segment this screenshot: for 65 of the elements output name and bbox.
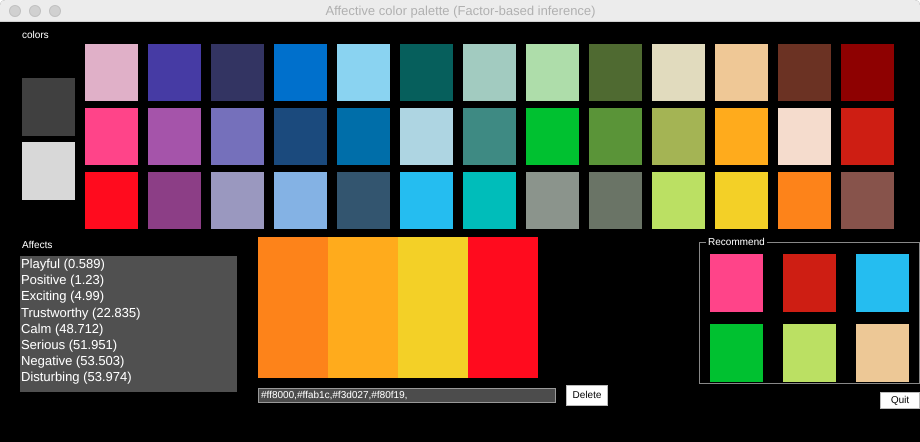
color-swatch[interactable] [778, 44, 831, 101]
color-swatch[interactable] [211, 108, 264, 165]
recommend-label: Recommend [707, 237, 766, 248]
color-swatch[interactable] [778, 108, 831, 165]
close-button[interactable] [9, 4, 21, 16]
recommend-swatch[interactable] [783, 254, 836, 312]
color-swatch[interactable] [274, 108, 327, 165]
color-swatch[interactable] [841, 108, 894, 165]
affect-item[interactable]: Negative (53.503) [20, 353, 237, 370]
delete-button[interactable]: Delete [566, 385, 608, 406]
color-swatch[interactable] [337, 44, 390, 101]
color-swatch[interactable] [589, 44, 642, 101]
color-swatch[interactable] [463, 44, 516, 101]
color-swatch[interactable] [715, 172, 768, 229]
recommend-swatch[interactable] [856, 254, 909, 312]
recommend-swatch[interactable] [710, 324, 763, 382]
recommend-swatch[interactable] [710, 254, 763, 312]
color-swatch[interactable] [841, 172, 894, 229]
color-swatch[interactable] [526, 108, 579, 165]
color-swatch[interactable] [652, 172, 705, 229]
color-swatch[interactable] [589, 172, 642, 229]
color-swatch[interactable] [85, 172, 138, 229]
color-swatch[interactable] [274, 44, 327, 101]
color-swatch[interactable] [463, 172, 516, 229]
color-swatch[interactable] [211, 44, 264, 101]
color-swatch[interactable] [211, 172, 264, 229]
color-swatch[interactable] [22, 142, 75, 200]
color-swatch[interactable] [400, 44, 453, 101]
color-swatch[interactable] [715, 108, 768, 165]
affect-item[interactable]: Calm (48.712) [20, 320, 237, 338]
color-swatch[interactable] [85, 44, 138, 101]
recommend-swatch[interactable] [783, 324, 836, 382]
recommend-swatch[interactable] [856, 324, 909, 382]
colors-label: colors [22, 30, 50, 42]
palette-input-field[interactable]: #ff8000,#ffab1c,#f3d027,#f80f19, [258, 388, 556, 403]
color-swatch[interactable] [589, 108, 642, 165]
quit-button[interactable]: Quit [880, 392, 920, 409]
color-swatch[interactable] [652, 44, 705, 101]
color-swatch[interactable] [337, 172, 390, 229]
color-swatch[interactable] [400, 172, 453, 229]
affects-label: Affects [22, 240, 54, 252]
affect-item[interactable]: Trustworthy (22.835) [20, 304, 237, 321]
color-swatch[interactable] [337, 108, 390, 165]
color-swatch[interactable] [274, 172, 327, 229]
affect-item[interactable]: Serious (51.951) [20, 337, 237, 354]
color-swatch[interactable] [715, 44, 768, 101]
color-swatch[interactable] [400, 108, 453, 165]
affect-item[interactable]: Positive (1.23) [20, 272, 237, 288]
affect-item[interactable]: Exciting (4.99) [20, 288, 237, 305]
affect-item[interactable]: Disturbing (53.974) [20, 369, 237, 386]
color-swatch[interactable] [841, 44, 894, 101]
window-title: Affective color palette (Factor-based inference) [324, 3, 596, 18]
color-swatch[interactable] [778, 172, 831, 229]
color-swatch[interactable] [652, 108, 705, 165]
color-swatch[interactable] [526, 172, 579, 229]
color-swatch[interactable] [463, 108, 516, 165]
color-swatch[interactable] [148, 44, 201, 101]
minimize-button[interactable] [29, 4, 41, 16]
affect-item[interactable]: Playful (0.589) [20, 256, 237, 272]
color-swatch[interactable] [148, 172, 201, 229]
color-swatch[interactable] [148, 108, 201, 165]
zoom-button[interactable] [49, 4, 61, 16]
color-swatch[interactable] [85, 108, 138, 165]
color-swatch[interactable] [526, 44, 579, 101]
color-swatch[interactable] [22, 78, 75, 136]
